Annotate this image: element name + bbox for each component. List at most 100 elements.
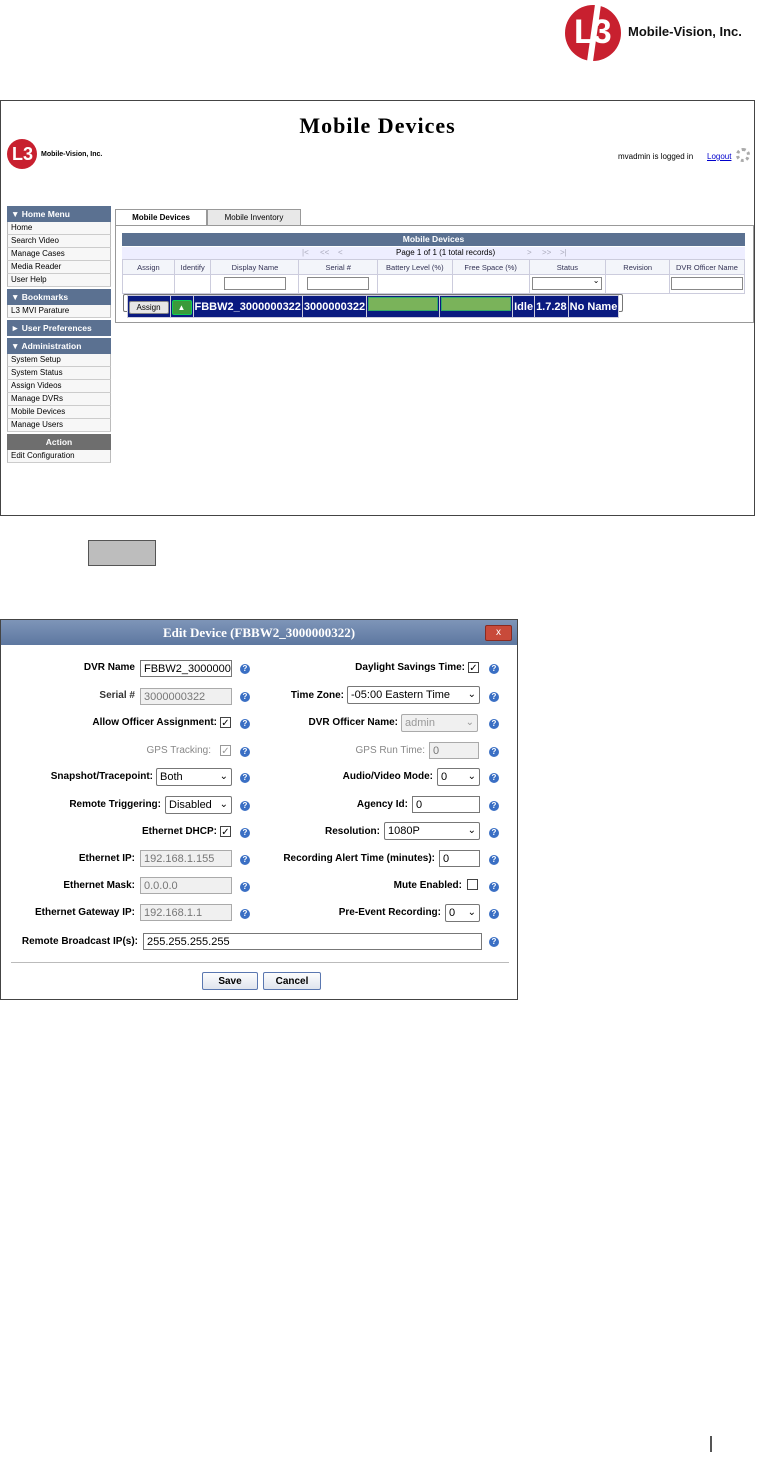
ethernet-gateway-input: 192.168.1.1 bbox=[140, 904, 232, 921]
agency-id-input[interactable]: 0 bbox=[412, 796, 480, 813]
menu-item-system-status[interactable]: System Status bbox=[7, 367, 111, 380]
col-display-name[interactable]: Display Name bbox=[210, 259, 300, 275]
help-icon[interactable]: ? bbox=[240, 828, 250, 838]
help-icon[interactable]: ? bbox=[489, 855, 499, 865]
time-zone-select[interactable]: -05:00 Eastern Time ⌄ bbox=[347, 686, 480, 704]
help-icon[interactable]: ? bbox=[240, 747, 250, 757]
devices-table: Assign Identify Display Name Serial # Ba… bbox=[122, 259, 745, 318]
allow-officer-checkbox[interactable]: ✓ bbox=[220, 717, 231, 729]
cell-display-name: FBBW2_3000000322 bbox=[192, 295, 303, 318]
help-icon[interactable]: ? bbox=[240, 692, 250, 702]
help-icon[interactable]: ? bbox=[489, 909, 499, 919]
col-officer-name[interactable]: DVR Officer Name bbox=[669, 259, 745, 275]
next-page-icon[interactable]: > bbox=[527, 247, 532, 259]
battery-level-bar bbox=[368, 297, 439, 311]
col-identify[interactable]: Identify bbox=[173, 259, 212, 275]
menu-header-bookmarks[interactable]: ▼ Bookmarks bbox=[7, 289, 111, 305]
col-revision[interactable]: Revision bbox=[605, 259, 670, 275]
label-remote-broadcast: Remote Broadcast IP(s): bbox=[21, 936, 138, 947]
snapshot-select[interactable]: Both ⌄ bbox=[156, 768, 232, 786]
help-icon[interactable]: ? bbox=[489, 801, 499, 811]
grid-title: Mobile Devices bbox=[122, 233, 745, 246]
remote-broadcast-input[interactable]: 255.255.255.255 bbox=[143, 933, 482, 950]
label-agency-id: Agency Id: bbox=[356, 799, 408, 810]
menu-item-user-help[interactable]: User Help bbox=[7, 274, 111, 287]
help-icon[interactable]: ? bbox=[489, 828, 499, 838]
label-recording-alert: Recording Alert Time (minutes): bbox=[283, 853, 435, 864]
ethernet-mask-input: 0.0.0.0 bbox=[140, 877, 232, 894]
col-free-space[interactable]: Free Space (%) bbox=[451, 259, 530, 275]
table-row[interactable]: Assign ▲ FBBW2_3000000322 3000000322 Idl… bbox=[122, 294, 624, 318]
brand-header: L3 Mobile-Vision, Inc. bbox=[565, 5, 755, 63]
menu-item-manage-cases[interactable]: Manage Cases bbox=[7, 248, 111, 261]
menu-item-system-setup[interactable]: System Setup bbox=[7, 354, 111, 367]
help-icon[interactable]: ? bbox=[489, 692, 499, 702]
help-icon[interactable]: ? bbox=[489, 747, 499, 757]
col-battery-level[interactable]: Battery Level (%) bbox=[376, 259, 453, 275]
help-icon[interactable]: ? bbox=[240, 909, 250, 919]
menu-item-search-video[interactable]: Search Video bbox=[7, 235, 111, 248]
logout-link[interactable]: Logout bbox=[707, 152, 731, 161]
tab-mobile-inventory[interactable]: Mobile Inventory bbox=[207, 209, 301, 226]
brand-name: Mobile-Vision, Inc. bbox=[628, 24, 742, 39]
menu-item-l3-mvi-parature[interactable]: L3 MVI Parature bbox=[7, 305, 111, 318]
prev-page-icon[interactable]: < bbox=[338, 247, 343, 259]
remote-triggering-select[interactable]: Disabled ⌄ bbox=[165, 796, 232, 814]
mute-enabled-checkbox[interactable] bbox=[467, 879, 478, 890]
label-gps-tracking: GPS Tracking: bbox=[146, 745, 211, 756]
assign-button-illustration bbox=[88, 540, 156, 566]
help-icon[interactable]: ? bbox=[489, 773, 499, 783]
edit-device-dialog: Edit Device (FBBW2_3000000322) x DVR Nam… bbox=[0, 619, 518, 1000]
col-status[interactable]: Status bbox=[528, 259, 607, 275]
last-page-icon[interactable]: >| bbox=[560, 247, 567, 259]
first-page-icon[interactable]: |< bbox=[302, 247, 309, 259]
help-icon[interactable]: ? bbox=[240, 855, 250, 865]
next-fast-icon[interactable]: >> bbox=[542, 247, 551, 259]
help-icon[interactable]: ? bbox=[240, 773, 250, 783]
pre-event-select[interactable]: 0 ⌄ bbox=[445, 904, 480, 922]
help-icon[interactable]: ? bbox=[240, 719, 250, 729]
menu-item-home[interactable]: Home bbox=[7, 222, 111, 235]
daylight-savings-checkbox[interactable]: ✓ bbox=[468, 662, 479, 674]
identify-icon[interactable]: ▲ bbox=[171, 299, 192, 315]
label-pre-event: Pre-Event Recording: bbox=[338, 907, 441, 918]
recording-alert-input[interactable]: 0 bbox=[439, 850, 480, 867]
dvr-name-input[interactable]: FBBW2_3000000322 bbox=[140, 660, 232, 677]
label-resolution: Resolution: bbox=[325, 826, 380, 837]
label-allow-officer: Allow Officer Assignment: bbox=[92, 717, 217, 728]
label-mute-enabled: Mute Enabled: bbox=[393, 880, 462, 891]
menu-item-mobile-devices[interactable]: Mobile Devices bbox=[7, 406, 111, 419]
menu-header-user-preferences[interactable]: ► User Preferences bbox=[7, 320, 111, 336]
filter-display-name-input[interactable] bbox=[223, 276, 286, 290]
save-button[interactable]: Save bbox=[202, 972, 258, 990]
cancel-button[interactable]: Cancel bbox=[263, 972, 321, 990]
menu-item-manage-users[interactable]: Manage Users bbox=[7, 419, 111, 432]
menu-item-assign-videos[interactable]: Assign Videos bbox=[7, 380, 111, 393]
col-serial[interactable]: Serial # bbox=[298, 259, 378, 275]
help-icon[interactable]: ? bbox=[240, 882, 250, 892]
menu-item-media-reader[interactable]: Media Reader bbox=[7, 261, 111, 274]
filter-status-select[interactable]: ⌄ bbox=[532, 276, 603, 290]
cell-status: Idle bbox=[512, 295, 536, 318]
ethernet-dhcp-checkbox[interactable]: ✓ bbox=[220, 826, 231, 838]
assign-button[interactable]: Assign bbox=[128, 300, 169, 314]
help-icon[interactable]: ? bbox=[489, 664, 499, 674]
menu-header-action: Action bbox=[7, 434, 111, 450]
prev-fast-icon[interactable]: << bbox=[320, 247, 329, 259]
help-icon[interactable]: ? bbox=[240, 801, 250, 811]
help-icon[interactable]: ? bbox=[240, 664, 250, 674]
menu-item-manage-dvrs[interactable]: Manage DVRs bbox=[7, 393, 111, 406]
gps-run-time-input: 0 bbox=[429, 742, 479, 759]
av-mode-select[interactable]: 0 ⌄ bbox=[437, 768, 480, 786]
col-assign[interactable]: Assign bbox=[122, 259, 175, 275]
resolution-select[interactable]: 1080P ⌄ bbox=[384, 822, 480, 840]
help-icon[interactable]: ? bbox=[489, 937, 499, 947]
menu-header-home[interactable]: ▼ Home Menu bbox=[7, 206, 111, 222]
help-icon[interactable]: ? bbox=[489, 882, 499, 892]
filter-officer-input[interactable] bbox=[671, 276, 743, 290]
menu-header-administration[interactable]: ▼ Administration bbox=[7, 338, 111, 354]
menu-item-edit-configuration[interactable]: Edit Configuration bbox=[7, 450, 111, 463]
help-icon[interactable]: ? bbox=[489, 719, 499, 729]
filter-serial-input[interactable] bbox=[307, 276, 370, 290]
close-icon[interactable]: x bbox=[485, 625, 512, 641]
